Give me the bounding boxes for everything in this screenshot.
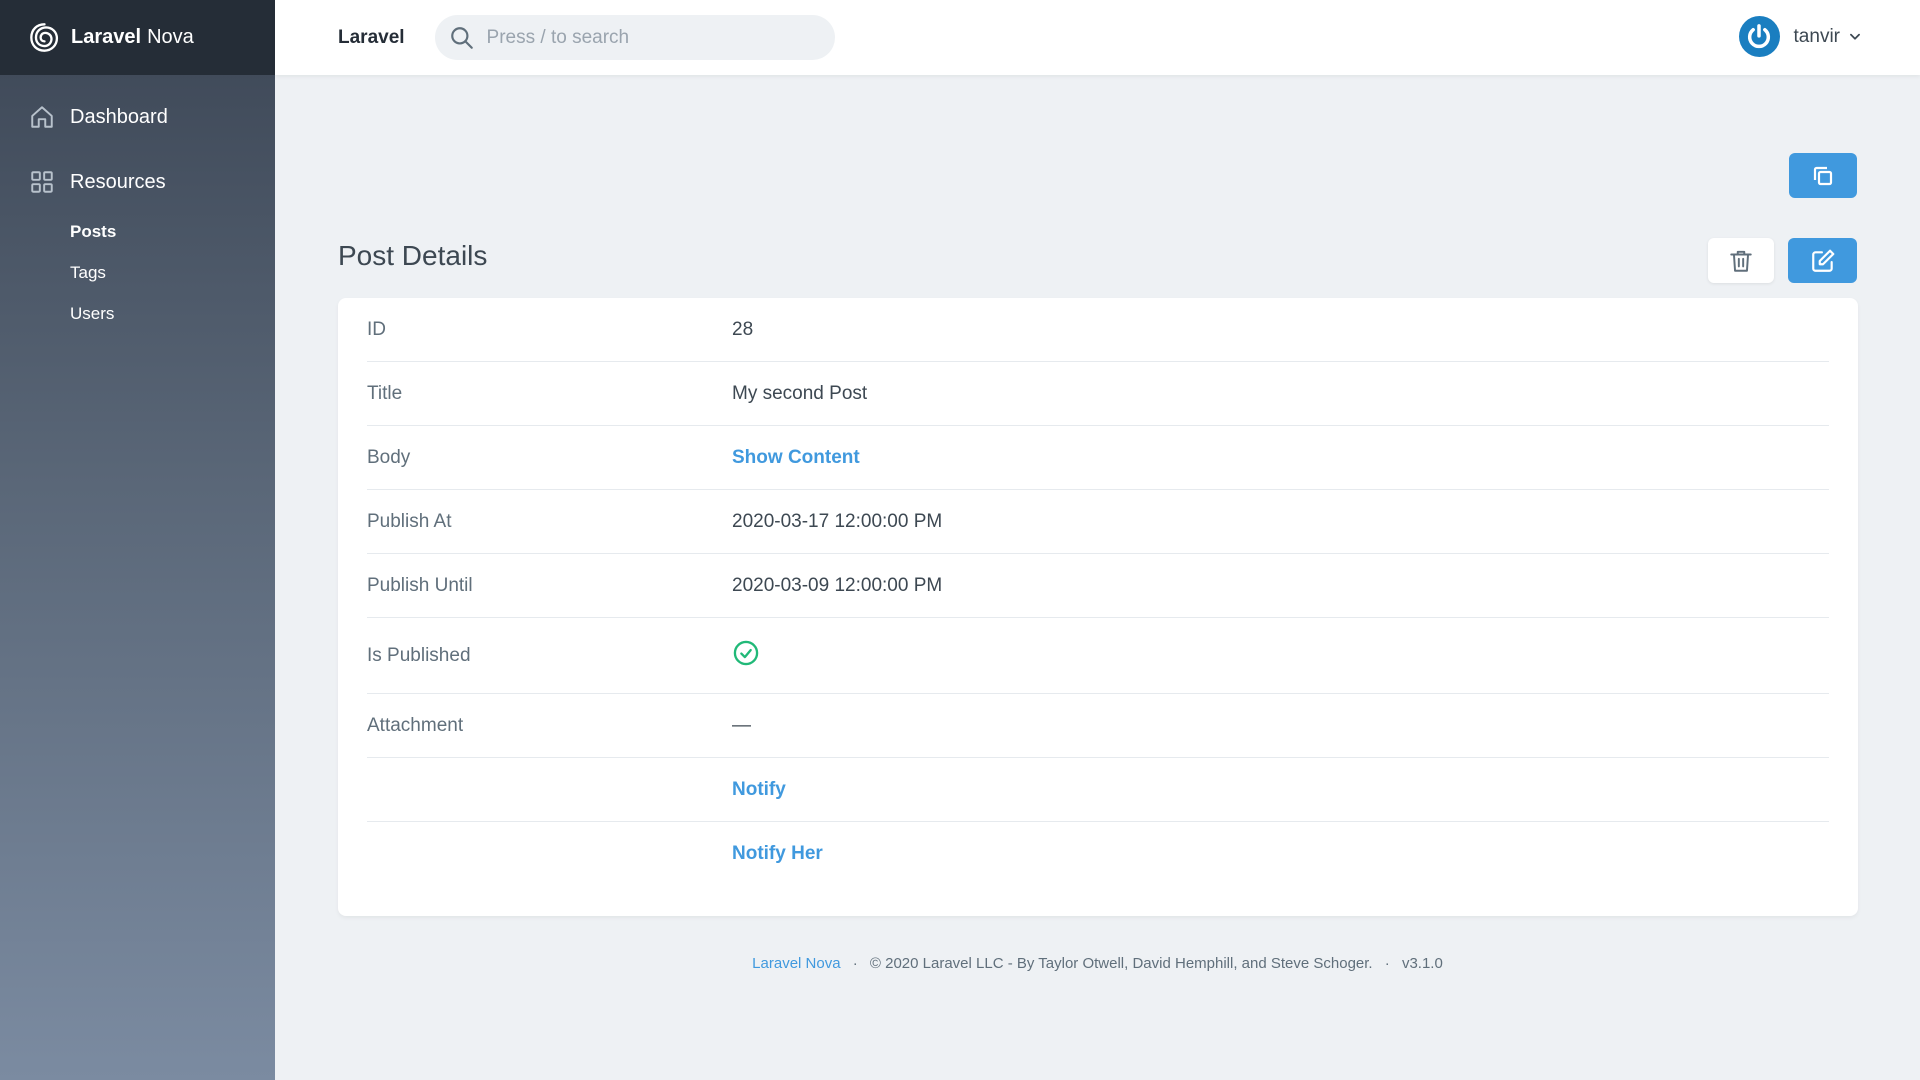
delete-button[interactable]	[1708, 238, 1774, 283]
power-icon	[1748, 23, 1771, 48]
field-value	[732, 639, 760, 673]
sidebar-item-posts[interactable]: Posts	[70, 211, 275, 252]
field-label: Attachment	[367, 714, 464, 736]
brand[interactable]: Laravel Nova	[0, 0, 275, 75]
field-label: Body	[367, 446, 411, 468]
search-icon	[450, 26, 473, 49]
footer: Laravel Nova · © 2020 Laravel LLC - By T…	[275, 955, 1920, 972]
detail-row-publish-at: Publish At 2020-03-17 12:00:00 PM	[367, 490, 1829, 554]
search-input[interactable]	[486, 26, 817, 49]
detail-row-notify-her: Notify Her	[367, 822, 1829, 886]
nova-logo-icon	[30, 23, 59, 52]
user-name: tanvir	[1793, 25, 1840, 47]
global-search[interactable]	[434, 15, 835, 60]
avatar	[1738, 16, 1780, 57]
show-content-link[interactable]: Show Content	[732, 447, 860, 469]
brand-name-light: Nova	[147, 26, 194, 48]
notify-link[interactable]: Notify	[732, 779, 786, 801]
footer-separator: ·	[852, 955, 858, 972]
field-label: ID	[367, 318, 386, 340]
field-value: 28	[732, 318, 754, 340]
sidebar-item-tags[interactable]: Tags	[70, 252, 275, 293]
detail-row-title: Title My second Post	[367, 362, 1829, 426]
detail-row-id: ID 28	[367, 298, 1829, 362]
main-nav: Dashboard Resources Posts Tags Users	[0, 75, 275, 334]
chevron-down-icon	[1850, 33, 1860, 40]
post-details-card: ID 28 Title My second Post Body Show Con…	[338, 298, 1858, 916]
brand-name-bold: Laravel	[71, 26, 142, 48]
replicate-button[interactable]	[1789, 153, 1857, 198]
field-value: 2020-03-17 12:00:00 PM	[732, 510, 943, 532]
field-value: —	[732, 714, 751, 736]
top-header: Laravel tanvir	[275, 0, 1920, 75]
resources-list: Posts Tags Users	[0, 211, 275, 334]
edit-icon	[1811, 249, 1834, 272]
field-label: Publish At	[367, 510, 452, 532]
field-value: 2020-03-09 12:00:00 PM	[732, 574, 943, 596]
field-label: Is Published	[367, 644, 471, 666]
grid-icon	[31, 171, 53, 193]
user-menu[interactable]: tanvir	[1738, 16, 1862, 57]
footer-separator: ·	[1384, 955, 1390, 972]
detail-row-publish-until: Publish Until 2020-03-09 12:00:00 PM	[367, 554, 1829, 618]
footer-copyright: © 2020 Laravel LLC - By Taylor Otwell, D…	[869, 955, 1373, 972]
detail-row-body: Body Show Content	[367, 426, 1829, 490]
field-label: Publish Until	[367, 574, 473, 596]
detail-row-is-published: Is Published	[367, 618, 1829, 694]
edit-button[interactable]	[1788, 238, 1857, 283]
nav-item-resources[interactable]: Resources	[0, 160, 275, 204]
nav-item-label: Dashboard	[70, 105, 168, 128]
field-value: My second Post	[732, 382, 868, 404]
detail-row-notify: Notify	[367, 758, 1829, 822]
check-circle-icon	[733, 640, 759, 665]
footer-version: v3.1.0	[1401, 955, 1443, 972]
detail-row-attachment: Attachment —	[367, 694, 1829, 758]
sidebar-item-users[interactable]: Users	[70, 293, 275, 334]
main-content: Post Details ID 28 Title My second Post …	[275, 75, 1920, 1080]
page-title: Post Details	[338, 240, 488, 271]
app-name-link[interactable]: Laravel	[338, 27, 405, 49]
nav-item-dashboard[interactable]: Dashboard	[0, 95, 275, 139]
home-icon	[31, 106, 53, 128]
footer-nova-link[interactable]: Laravel Nova	[752, 955, 840, 972]
trash-icon	[1730, 250, 1752, 272]
copy-icon	[1813, 166, 1833, 185]
nav-item-label: Resources	[70, 170, 166, 193]
sidebar: Laravel Nova Dashboard Resources Posts T…	[0, 0, 275, 1080]
field-label: Title	[367, 382, 403, 404]
notify-her-link[interactable]: Notify Her	[732, 843, 823, 865]
